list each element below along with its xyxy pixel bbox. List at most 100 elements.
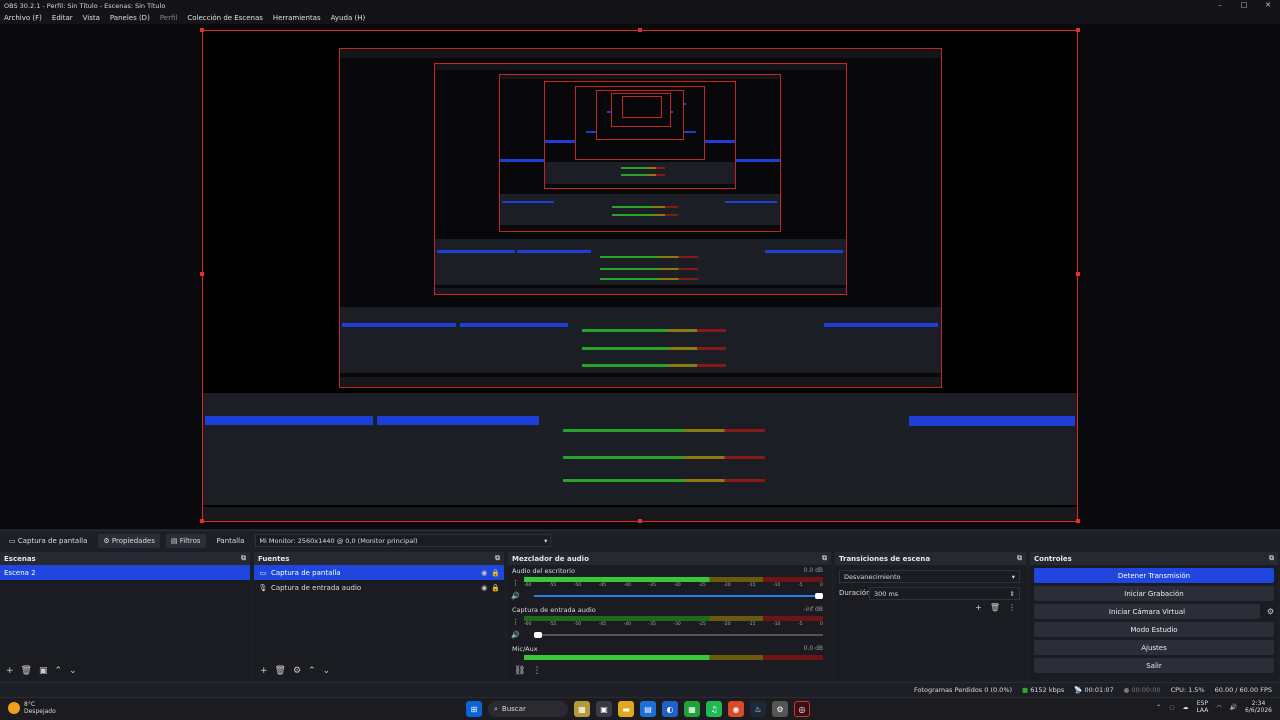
window-controls: – □ ✕	[1208, 0, 1280, 11]
system-tray: ⌃ ◌ ☁ ESP LAA ◠ 🔊 2:34 6/6/2026	[1156, 700, 1272, 714]
gear-icon[interactable]: ⚙	[1267, 607, 1274, 616]
menu-vista[interactable]: Vista	[83, 14, 100, 22]
chevron-down-icon: ▾	[1011, 572, 1015, 581]
menu-paneles[interactable]: Paneles (D)	[110, 14, 150, 22]
mixer-channel: Audio del escritorio 0.0 dB -60 -55 -50 -45…	[511, 567, 823, 600]
language-indicator[interactable]: ESP LAA	[1196, 700, 1208, 714]
maximize-button[interactable]: □	[1232, 0, 1256, 11]
spreadsheet-icon[interactable]: ▦	[684, 701, 700, 717]
minimize-button[interactable]: –	[1208, 0, 1232, 11]
menu-bar: Archivo (F) Editar Vista Paneles (D) Per…	[0, 11, 1280, 24]
menu-perfil[interactable]: Perfil	[160, 14, 178, 22]
undock-icon[interactable]: ⧉	[1017, 554, 1022, 563]
start-recording-button[interactable]: Iniciar Grabación	[1034, 586, 1274, 601]
move-up-icon[interactable]: ⌃	[55, 666, 63, 676]
menu-archivo[interactable]: Archivo (F)	[4, 14, 42, 22]
menu-ayuda[interactable]: Ayuda (H)	[331, 14, 366, 22]
eye-icon[interactable]: ◉	[481, 584, 487, 592]
store-icon[interactable]: ▤	[640, 701, 656, 717]
windows-start-icon[interactable]: ⊞	[466, 701, 482, 717]
undock-icon[interactable]: ⧉	[822, 554, 827, 563]
steam-icon[interactable]: ♨	[750, 701, 766, 717]
settings-button[interactable]: Ajustes	[1034, 640, 1274, 655]
transitions-header: Transiciones de escena ⧉	[835, 552, 1026, 565]
exit-button[interactable]: Salir	[1034, 658, 1274, 673]
wifi-icon[interactable]: ◠	[1216, 704, 1221, 711]
undock-icon[interactable]: ⧉	[495, 554, 500, 563]
stop-stream-button[interactable]: Detener Transmisión	[1034, 568, 1274, 583]
add-icon[interactable]: +	[6, 666, 14, 676]
source-list: ▭ Captura de pantalla ◉ 🔒 🎙 Captura de e…	[254, 565, 504, 662]
clock[interactable]: 2:34 6/6/2026	[1245, 700, 1272, 714]
mixer-header: Mezclador de audio ⧉	[508, 552, 831, 565]
volume-slider[interactable]	[534, 632, 823, 638]
speaker-icon[interactable]: 🔊	[511, 631, 520, 639]
sources-footer: + 🗑 ⚙ ⌃ ⌄	[254, 662, 504, 680]
source-item[interactable]: 🎙 Captura de entrada audio ◉ 🔒	[254, 580, 504, 595]
menu-coleccion[interactable]: Colección de Escenas	[187, 14, 263, 22]
edge-icon[interactable]: ◐	[662, 701, 678, 717]
start-virtual-camera-button[interactable]: Iniciar Cámara Virtual ⚙	[1034, 604, 1274, 619]
trash-icon[interactable]: 🗑	[990, 603, 1000, 612]
move-down-icon[interactable]: ⌄	[69, 666, 77, 676]
filters-button[interactable]: ▤ Filtros	[165, 533, 206, 548]
sources-header: Fuentes ⧉	[254, 552, 504, 565]
meter-scale: -60 -55 -50 -45 -40 -35 -30 -25 -20 -15 -10 -5 0	[524, 622, 823, 627]
move-down-icon[interactable]: ⌄	[323, 666, 331, 676]
display-select[interactable]: Mi Monitor: 2560x1440 @ 0,0 (Monitor pri…	[255, 534, 552, 547]
move-up-icon[interactable]: ⌃	[308, 666, 316, 676]
taskbar-search[interactable]: ⌕ Buscar	[488, 701, 568, 717]
preview-canvas[interactable]	[202, 30, 1078, 522]
settings-app-icon[interactable]: ⚙	[772, 701, 788, 717]
cloud-icon[interactable]: ☁	[1182, 704, 1188, 711]
link-icon[interactable]: ⛓	[514, 666, 525, 676]
menu-herramientas[interactable]: Herramientas	[273, 14, 321, 22]
undock-icon[interactable]: ⧉	[1269, 554, 1274, 563]
add-icon[interactable]: +	[260, 666, 268, 676]
source-toolbar: ▭ Captura de pantalla ⚙ Propiedades ▤ Fi…	[0, 530, 1280, 550]
scenes-footer: + 🗑 ▣ ⌃ ⌄	[0, 662, 250, 680]
filter-icon[interactable]: ▣	[39, 666, 48, 676]
properties-button[interactable]: ⚙ Propiedades	[98, 533, 160, 548]
duration-field[interactable]: 300 ms ⇕	[869, 587, 1020, 600]
nested-capture-5	[575, 86, 705, 160]
chrome-icon[interactable]: ◉	[728, 701, 744, 717]
volume-slider[interactable]	[534, 593, 823, 599]
studio-mode-button[interactable]: Modo Estudio	[1034, 622, 1274, 637]
menu-dots-icon[interactable]: ⋮	[512, 579, 519, 587]
chevron-up-icon[interactable]: ⌃	[1156, 704, 1161, 711]
fps: 60.00 / 60.00 FPS	[1214, 685, 1272, 694]
task-view-icon[interactable]: ▣	[596, 701, 612, 717]
nested-capture-4	[544, 81, 736, 189]
eye-icon[interactable]: ◉	[481, 569, 487, 577]
volume-meter	[524, 655, 823, 660]
network-icon[interactable]: ◌	[1169, 704, 1174, 711]
lock-icon[interactable]: 🔒	[491, 584, 500, 592]
obs-icon[interactable]: ◎	[794, 701, 810, 717]
weather-widget[interactable]: 8°C Despejado	[8, 701, 56, 715]
preview-area[interactable]	[0, 24, 1280, 529]
sun-icon	[8, 702, 20, 714]
transition-select[interactable]: Desvanecimiento ▾	[839, 570, 1020, 583]
lock-icon[interactable]: 🔒	[491, 569, 500, 577]
menu-dots-icon[interactable]: ⋮	[512, 618, 519, 626]
source-item[interactable]: ▭ Captura de pantalla ◉ 🔒	[254, 565, 504, 580]
menu-dots-icon[interactable]: ⋮	[1008, 603, 1016, 612]
trash-icon[interactable]: 🗑	[275, 666, 286, 676]
spinner-icon[interactable]: ⇕	[1010, 590, 1015, 598]
folder-icon[interactable]: ▬	[618, 701, 634, 717]
add-icon[interactable]: +	[975, 603, 982, 612]
volume-icon[interactable]: 🔊	[1230, 704, 1237, 711]
scenes-header: Escenas ⧉	[0, 552, 250, 565]
spotify-icon[interactable]: ♫	[706, 701, 722, 717]
menu-dots-icon[interactable]: ⋮	[532, 666, 541, 676]
menu-editar[interactable]: Editar	[52, 14, 73, 22]
trash-icon[interactable]: 🗑	[21, 666, 32, 676]
scene-item[interactable]: Escena 2	[0, 565, 250, 580]
widgets-icon[interactable]: ▦	[574, 701, 590, 717]
gear-icon[interactable]: ⚙	[293, 666, 301, 676]
close-button[interactable]: ✕	[1256, 0, 1280, 11]
speaker-icon[interactable]: 🔊	[511, 592, 520, 600]
undock-icon[interactable]: ⧉	[241, 554, 246, 563]
bitrate: ■ 6152 kbps	[1022, 685, 1065, 694]
